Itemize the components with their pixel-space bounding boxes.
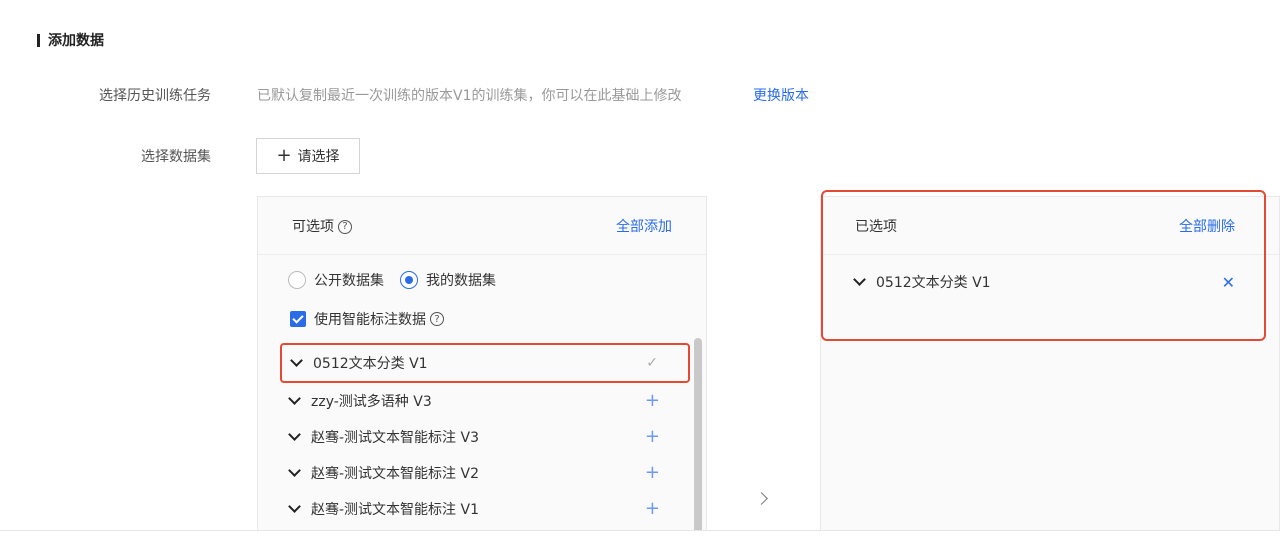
selected-item-left: 0512文本分类 V1 bbox=[853, 272, 991, 292]
list-item-left: 赵骞-测试文本智能标注 V2 bbox=[288, 463, 479, 483]
bottom-divider bbox=[0, 530, 1280, 550]
list-item-label: 赵骞-测试文本智能标注 V1 bbox=[311, 502, 479, 518]
list-item-left: 赵骞-测试文本智能标注 V3 bbox=[288, 427, 479, 447]
help-icon[interactable]: ? bbox=[338, 219, 352, 234]
smart-annotation-checkbox[interactable]: 使用智能标注数据 ? bbox=[290, 309, 444, 329]
chevron-down-icon[interactable] bbox=[288, 428, 301, 441]
list-item[interactable]: 0512文本分类 V1 ✓ bbox=[280, 343, 690, 383]
dataset-source-radios: 公开数据集 我的数据集 bbox=[288, 270, 512, 290]
available-dataset-list: 0512文本分类 V1 ✓ zzy-测试多语种 V3 + 赵骞-测试文本智能标注… bbox=[280, 343, 690, 527]
list-item[interactable]: 赵骞-测试文本智能标注 V1 + bbox=[280, 491, 690, 527]
add-all-link[interactable]: 全部添加 bbox=[616, 216, 672, 236]
list-item-label: zzy-测试多语种 V3 bbox=[311, 394, 432, 410]
checkbox-checked-icon bbox=[290, 311, 306, 327]
available-panel-header: 可选项? 全部添加 bbox=[258, 197, 706, 255]
available-title-wrap: 可选项? bbox=[292, 216, 352, 236]
selected-item-label: 0512文本分类 V1 bbox=[876, 275, 991, 291]
chevron-down-icon[interactable] bbox=[288, 392, 301, 405]
radio-checked-icon bbox=[400, 271, 418, 289]
selected-panel: 已选项 全部删除 bbox=[820, 196, 1280, 550]
add-icon[interactable]: + bbox=[645, 392, 660, 410]
list-scrollbar[interactable] bbox=[694, 338, 702, 538]
list-item[interactable]: zzy-测试多语种 V3 + bbox=[280, 383, 690, 419]
delete-all-link[interactable]: 全部删除 bbox=[1179, 216, 1235, 236]
selected-list-item[interactable]: 0512文本分类 V1 ✕ bbox=[853, 272, 1235, 292]
list-item-left: zzy-测试多语种 V3 bbox=[288, 391, 432, 411]
radio-public-label: 公开数据集 bbox=[314, 273, 384, 289]
selected-title: 已选项 bbox=[855, 218, 897, 235]
add-icon[interactable]: + bbox=[645, 428, 660, 446]
select-dataset-button[interactable]: + 请选择 bbox=[256, 138, 360, 174]
select-button-label: 请选择 bbox=[297, 149, 340, 165]
chevron-down-icon[interactable] bbox=[290, 354, 303, 367]
radio-unchecked-icon bbox=[288, 271, 306, 289]
section-title-text: 添加数据 bbox=[48, 33, 104, 49]
radio-public-datasets[interactable]: 公开数据集 bbox=[288, 270, 384, 290]
available-title: 可选项 bbox=[292, 218, 334, 235]
radio-my-datasets[interactable]: 我的数据集 bbox=[400, 270, 496, 290]
chevron-right-icon[interactable] bbox=[755, 492, 768, 505]
history-hint: 已默认复制最近一次训练的版本V1的训练集，你可以在此基础上修改 bbox=[257, 88, 682, 104]
list-item-label: 0512文本分类 V1 bbox=[313, 356, 428, 372]
add-icon[interactable]: + bbox=[645, 464, 660, 482]
list-item-label: 赵骞-测试文本智能标注 V3 bbox=[311, 430, 479, 446]
dataset-label: 选择数据集 bbox=[141, 149, 211, 165]
radio-mine-label: 我的数据集 bbox=[426, 273, 496, 289]
help-icon[interactable]: ? bbox=[430, 312, 444, 326]
section-title: 添加数据 bbox=[37, 30, 104, 50]
history-task-label: 选择历史训练任务 bbox=[99, 88, 211, 104]
chevron-down-icon[interactable] bbox=[853, 273, 866, 286]
add-icon[interactable]: + bbox=[645, 500, 660, 518]
list-item-left: 0512文本分类 V1 bbox=[290, 353, 428, 373]
checkbox-label: 使用智能标注数据 bbox=[314, 312, 426, 328]
chevron-down-icon[interactable] bbox=[288, 500, 301, 513]
title-bar bbox=[37, 33, 40, 47]
list-item-label: 赵骞-测试文本智能标注 V2 bbox=[311, 466, 479, 482]
list-item[interactable]: 赵骞-测试文本智能标注 V2 + bbox=[280, 455, 690, 491]
checkmark-icon: ✓ bbox=[646, 355, 658, 371]
list-item[interactable]: 赵骞-测试文本智能标注 V3 + bbox=[280, 419, 690, 455]
close-icon[interactable]: ✕ bbox=[1222, 273, 1235, 292]
plus-icon: + bbox=[276, 145, 292, 166]
list-item-left: 赵骞-测试文本智能标注 V1 bbox=[288, 499, 479, 519]
selected-panel-header: 已选项 全部删除 bbox=[821, 197, 1279, 255]
switch-version-link[interactable]: 更换版本 bbox=[753, 85, 809, 105]
chevron-down-icon[interactable] bbox=[288, 464, 301, 477]
